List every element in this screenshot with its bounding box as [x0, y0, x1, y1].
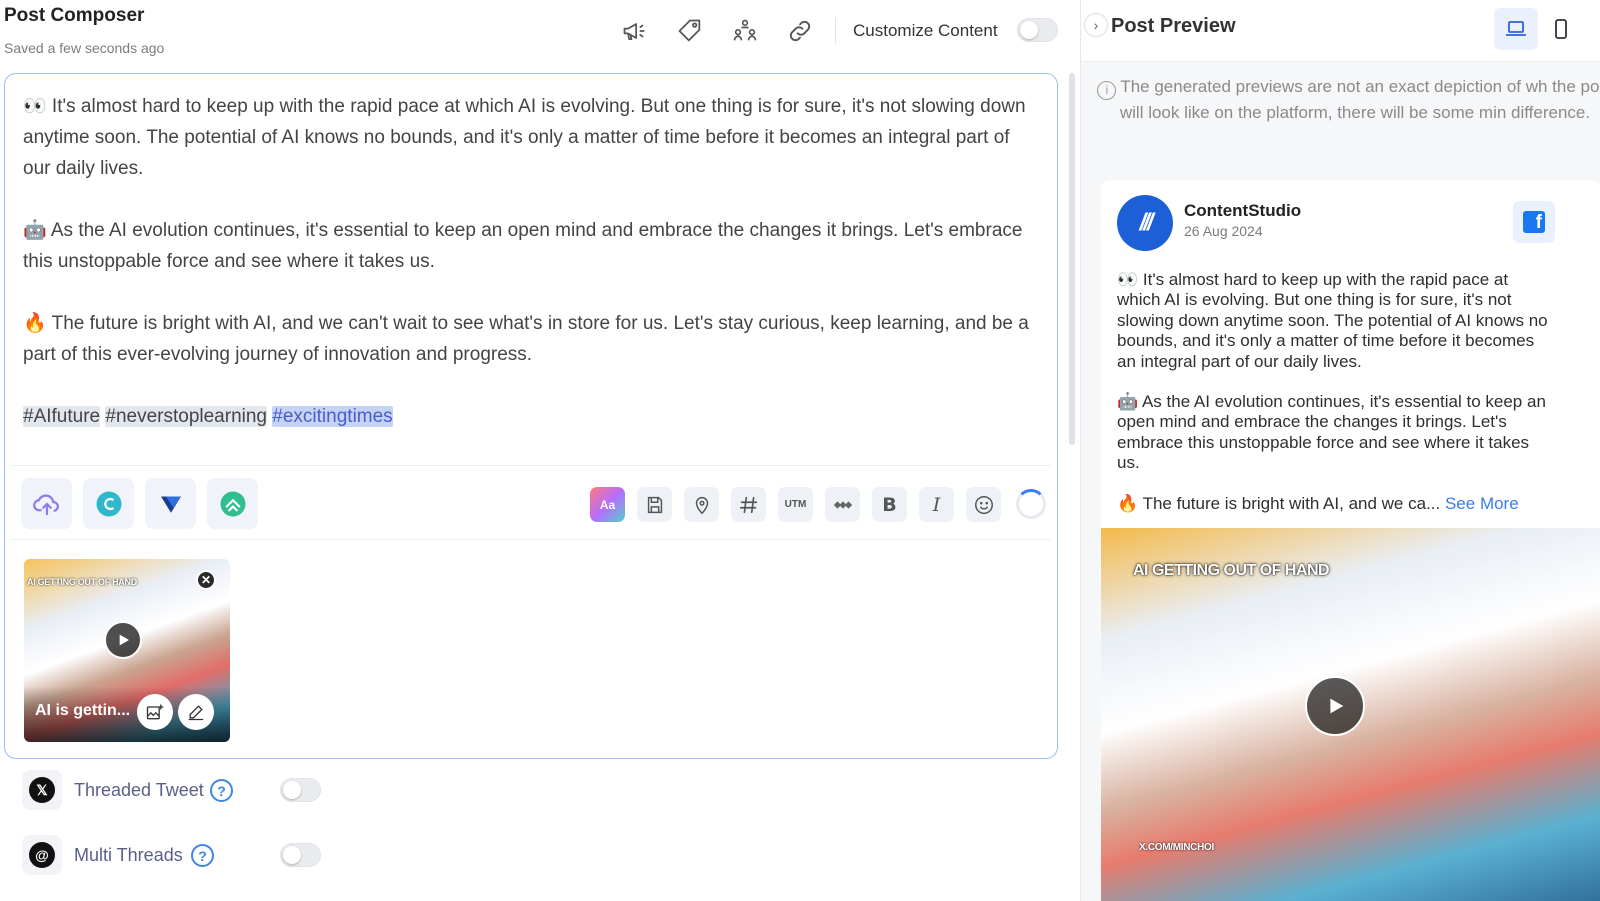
postnitro-icon[interactable]: [207, 478, 258, 529]
facebook-icon: f: [1513, 201, 1555, 243]
mobile-view-icon[interactable]: [1539, 8, 1583, 50]
post-composer: Post Composer Saved a few seconds ago Cu…: [0, 0, 1075, 901]
character-count-ring: [1016, 489, 1046, 519]
post-date: 26 Aug 2024: [1184, 223, 1263, 239]
preview-title: Post Preview: [1111, 15, 1236, 37]
video-watermark: X.COM/MINCHOI: [1139, 842, 1214, 853]
media-title: AI is gettin...: [35, 702, 131, 719]
header-toolbar: [618, 14, 817, 48]
add-thumbnail-button[interactable]: [137, 694, 173, 730]
play-icon[interactable]: [1305, 676, 1365, 736]
collapse-preview-button[interactable]: ›: [1084, 13, 1108, 37]
upload-cloud-icon[interactable]: [21, 478, 72, 529]
threaded-tweet-label: Threaded Tweet: [74, 780, 204, 800]
preview-video[interactable]: AI GETTING OUT OF HAND X.COM/MINCHOI: [1101, 528, 1600, 901]
tag-icon[interactable]: [673, 14, 707, 48]
see-more-link[interactable]: See More: [1445, 494, 1519, 513]
editor-divider: [11, 539, 1051, 540]
truncated-text: 🔥 The future is bright with AI, and we c…: [1117, 493, 1441, 513]
preview-paragraph: 🤖 As the AI evolution continues, it's es…: [1117, 392, 1546, 473]
link-icon[interactable]: [783, 14, 817, 48]
page-title: Post Composer: [4, 5, 145, 26]
link-shortener-icon[interactable]: [825, 487, 860, 522]
canva-icon[interactable]: [83, 478, 134, 529]
emoji-icon[interactable]: [966, 487, 1001, 522]
facebook-post-card: /// ContentStudio 26 Aug 2024 f 👀 It's a…: [1101, 180, 1600, 901]
customize-content-label: Customize Content: [853, 21, 998, 40]
post-paragraph: 🔥 The future is bright with AI, and we c…: [23, 313, 1029, 365]
vistacreate-icon[interactable]: [145, 478, 196, 529]
multi-threads-toggle[interactable]: [280, 843, 321, 867]
italic-icon[interactable]: I: [919, 487, 954, 522]
saved-status: Saved a few seconds ago: [4, 40, 165, 56]
post-paragraph: 🤖 As the AI evolution continues, it's es…: [23, 220, 1023, 272]
preview-paragraph: 👀 It's almost hard to keep up with the r…: [1117, 270, 1548, 371]
threads-logo-icon: @: [22, 835, 62, 875]
remove-media-button[interactable]: ✕: [196, 570, 216, 590]
users-icon[interactable]: [728, 14, 762, 48]
hashtag-selected[interactable]: #excitingtimes: [272, 406, 393, 427]
composer-header: Post Composer Saved a few seconds ago Cu…: [0, 0, 1068, 66]
info-icon: i: [1097, 81, 1117, 100]
ai-text-icon[interactable]: Aa: [590, 487, 625, 522]
edit-media-button[interactable]: [178, 694, 214, 730]
threaded-tweet-option: 𝕏 Threaded Tweet ?: [22, 770, 342, 810]
media-integrations: [21, 478, 258, 529]
video-caption: AI GETTING OUT OF HAND: [1133, 562, 1330, 579]
media-thumbnail[interactable]: AI GETTING OUT OF HAND ✕ AI is gettin...: [24, 559, 230, 742]
threaded-tweet-toggle[interactable]: [280, 778, 321, 802]
post-preview-panel: Post Preview i The generated previews are…: [1080, 0, 1600, 901]
account-name: ContentStudio: [1184, 201, 1302, 220]
composer-scrollbar[interactable]: [1069, 73, 1075, 445]
header-divider: [835, 18, 836, 44]
post-text[interactable]: 👀 It's almost hard to keep up with the r…: [23, 91, 1033, 463]
preview-disclaimer: i The generated previews are not an exact…: [1095, 74, 1600, 126]
hashtag-icon[interactable]: [731, 487, 766, 522]
thumbnail-caption: AI GETTING OUT OF HAND: [27, 577, 137, 587]
hashtag[interactable]: #AIfuture: [23, 406, 101, 427]
help-icon[interactable]: ?: [191, 844, 214, 867]
preview-truncated-line: 🔥 The future is bright with AI, and we c…: [1117, 494, 1553, 514]
hashtag-line: #AIfuture #neverstoplearning #excitingti…: [23, 401, 1033, 432]
post-editor[interactable]: 👀 It's almost hard to keep up with the r…: [4, 73, 1058, 759]
editor-toolbar: Aa UTM B I: [590, 487, 1046, 522]
preview-text: 👀 It's almost hard to keep up with the r…: [1117, 270, 1553, 534]
customize-content-toggle[interactable]: [1017, 18, 1058, 42]
megaphone-icon[interactable]: [618, 14, 652, 48]
disclaimer-text: The generated previews are not an exact …: [1119, 77, 1600, 122]
post-paragraph: 👀 It's almost hard to keep up with the r…: [23, 96, 1026, 179]
preview-header: Post Preview: [1081, 0, 1600, 62]
x-logo-icon: 𝕏: [22, 770, 62, 810]
multi-threads-option: @ Multi Threads ?: [22, 835, 342, 875]
bold-icon[interactable]: B: [872, 487, 907, 522]
utm-icon[interactable]: UTM: [778, 487, 813, 522]
editor-divider: [11, 465, 1051, 466]
help-icon[interactable]: ?: [210, 779, 233, 802]
hashtag[interactable]: #neverstoplearning: [105, 406, 268, 427]
play-icon[interactable]: [104, 621, 142, 659]
location-icon[interactable]: [684, 487, 719, 522]
multi-threads-label: Multi Threads: [74, 845, 183, 865]
desktop-view-icon[interactable]: [1494, 8, 1538, 50]
save-icon[interactable]: [637, 487, 672, 522]
avatar: ///: [1117, 195, 1173, 251]
